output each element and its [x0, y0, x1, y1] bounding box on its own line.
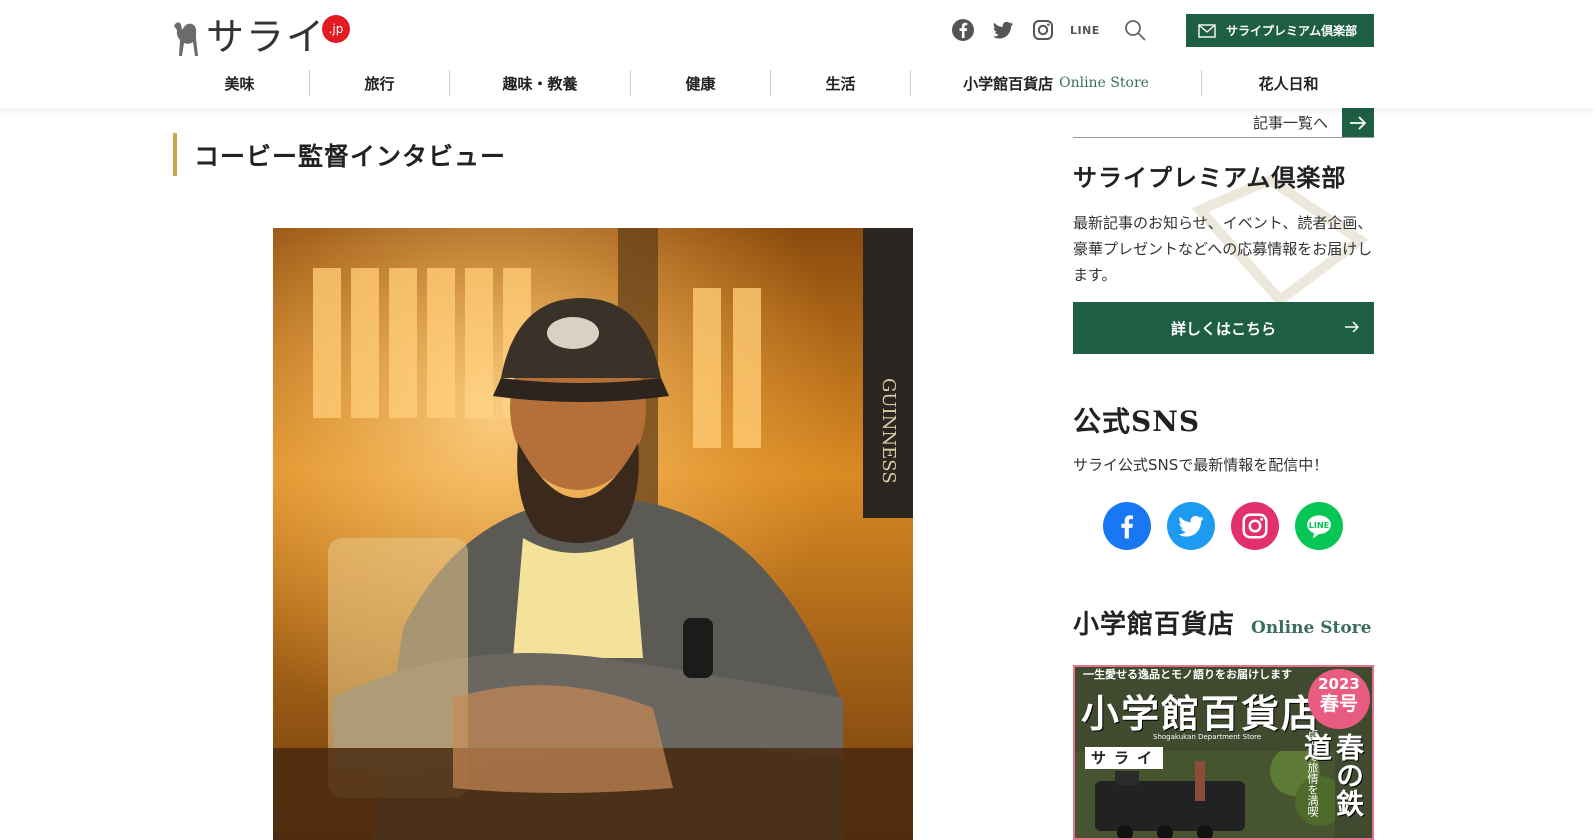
sns-links: LINE — [1103, 502, 1359, 550]
nav-label: 生活 — [825, 74, 856, 93]
club-heading: サライプレミアム倶楽部 — [1073, 163, 1347, 192]
global-nav: 美味 旅行 趣味・教養 健康 生活 小学館百貨店 Online Store 花人… — [170, 70, 1375, 96]
store-heading-sub: Online Store — [1251, 618, 1372, 638]
club-details-label: 詳しくはこちら — [1170, 319, 1276, 338]
arrow-right-icon — [1342, 108, 1374, 137]
article-list-label: 記事一覧へ — [1252, 114, 1328, 132]
line-link[interactable]: LINE — [1070, 24, 1100, 37]
store-heading-label: 小学館百貨店 — [1073, 610, 1236, 640]
nav-label: 花人日和 — [1258, 74, 1319, 93]
magazine-tagline: 一生愛せる逸品とモノ語りをお届けします — [1083, 668, 1292, 681]
facebook-icon[interactable] — [1103, 502, 1151, 550]
store-magazine-cover[interactable]: 一生愛せる逸品とモノ語りをお届けします 小学館百貨店 Shogakukan De… — [1073, 665, 1374, 840]
instagram-icon[interactable] — [1030, 17, 1056, 43]
nav-label: 趣味・教養 — [502, 74, 578, 93]
magazine-en-title: Shogakukan Department Store — [1153, 733, 1262, 741]
article-list-link[interactable]: 記事一覧へ — [1073, 108, 1374, 138]
photo-illustration: GUINNESS — [273, 228, 913, 840]
nav-item-bimi[interactable]: 美味 — [170, 70, 310, 96]
online-store-heading: 小学館百貨店 Online Store — [1073, 604, 1371, 641]
nav-label: 小学館百貨店 — [963, 74, 1054, 93]
nav-sublabel: Online Store — [1059, 75, 1149, 91]
search-icon[interactable] — [1122, 17, 1148, 43]
interview-photo: GUINNESS — [273, 228, 913, 840]
premium-club-label: サライプレミアム倶楽部 — [1226, 24, 1358, 38]
nav-item-kajin-biyori[interactable]: 花人日和 — [1202, 70, 1375, 96]
nav-label: 健康 — [685, 74, 716, 93]
sns-description: サライ公式SNSで最新情報を配信中！ — [1073, 456, 1329, 474]
sns-heading: 公式SNS — [1073, 405, 1201, 438]
nav-item-kenko[interactable]: 健康 — [631, 70, 771, 96]
page-title-block: コービー監督インタビュー — [173, 133, 506, 176]
nav-label: 美味 — [224, 74, 255, 93]
mail-icon — [1198, 23, 1216, 38]
premium-club-button[interactable]: サライプレミアム倶楽部 — [1186, 14, 1374, 47]
logo-jp-badge: .jp — [322, 15, 350, 43]
magazine-feature-title: 春の鉄道 — [1300, 733, 1365, 817]
header-social-links: LINE — [950, 16, 1162, 44]
instagram-icon[interactable] — [1231, 502, 1279, 550]
nav-item-shumi-kyoyo[interactable]: 趣味・教養 — [450, 70, 631, 96]
site-header: サライ .jp LINE サライプレミアム倶楽部 美味 旅行 趣味・教養 健康 … — [0, 0, 1595, 108]
camel-logo-icon — [174, 22, 198, 56]
magazine-issue-badge: 2023 春号 — [1308, 669, 1370, 729]
magazine-season: 春号 — [1319, 693, 1358, 715]
nav-item-seikatsu[interactable]: 生活 — [771, 70, 911, 96]
nav-item-ryoko[interactable]: 旅行 — [310, 70, 450, 96]
arrow-right-icon — [1345, 321, 1360, 333]
nav-item-online-store[interactable]: 小学館百貨店 Online Store — [911, 70, 1202, 96]
svg-text:LINE: LINE — [1309, 520, 1330, 530]
line-icon[interactable]: LINE — [1295, 502, 1343, 550]
club-description: 最新記事のお知らせ、イベント、読者企画、豪華プレゼントなどへの応募情報をお届けし… — [1073, 214, 1373, 284]
svg-text:GUINNESS: GUINNESS — [878, 378, 899, 484]
club-details-button[interactable]: 詳しくはこちら — [1073, 302, 1374, 354]
facebook-icon[interactable] — [950, 17, 976, 43]
nav-label: 旅行 — [364, 74, 395, 93]
site-logo[interactable]: サライ .jp — [170, 10, 350, 59]
logo-text: サライ — [206, 15, 327, 59]
magazine-year: 2023 — [1318, 675, 1360, 693]
page-title: コービー監督インタビュー — [194, 141, 507, 171]
magazine-logo: サライ — [1085, 747, 1163, 769]
twitter-icon[interactable] — [990, 17, 1016, 43]
twitter-icon[interactable] — [1167, 502, 1215, 550]
magazine-title: 小学館百貨店 — [1081, 692, 1322, 736]
